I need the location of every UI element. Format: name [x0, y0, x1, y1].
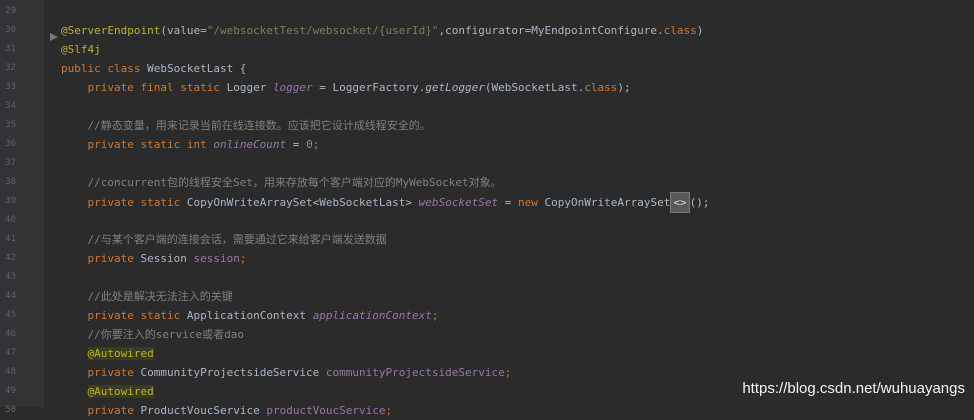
code-line[interactable]: @Autowired [61, 344, 154, 363]
code-line[interactable]: private static int onlineCount = 0; [61, 135, 319, 154]
code-token: @ServerEndpoint [61, 24, 161, 37]
code-token: ; [239, 252, 247, 265]
code-token: (WebSocketLast. [484, 81, 585, 94]
code-line[interactable]: public class WebSocketLast { [61, 59, 246, 78]
line-number: 41 [5, 234, 16, 244]
code-token: CopyOnWriteArraySet [544, 196, 671, 209]
code-token: <> [670, 192, 690, 213]
code-token: @Autowired [87, 347, 154, 360]
line-number: 46 [5, 329, 16, 339]
line-number: 34 [5, 101, 16, 111]
code-token: ; [385, 404, 393, 417]
line-number: 29 [5, 6, 16, 16]
code-token: ; [431, 309, 439, 322]
code-token: class [663, 24, 697, 37]
code-token: class [584, 81, 618, 94]
code-token: private [61, 404, 141, 417]
code-token: ,configurator=MyEndpointConfigure. [438, 24, 664, 37]
line-number: 40 [5, 215, 16, 225]
code-token: new [518, 196, 545, 209]
code-token: ProductVoucService [140, 404, 267, 417]
code-line[interactable]: private ProductVoucService productVoucSe… [61, 401, 392, 420]
line-number: 48 [5, 367, 16, 377]
code-token: CopyOnWriteArraySet<WebSocketLast> [186, 196, 419, 209]
code-token: private [61, 252, 141, 265]
code-line[interactable]: private static ApplicationContext applic… [61, 306, 439, 325]
code-line[interactable]: @ServerEndpoint(value="/websocketTest/we… [61, 21, 703, 40]
code-token: private static [61, 309, 187, 322]
line-number: 31 [5, 44, 16, 54]
code-line[interactable]: //你要注入的service或者dao [61, 325, 244, 344]
code-token: ApplicationContext [186, 309, 313, 322]
code-token: ; [312, 138, 320, 151]
code-token: private final static [61, 81, 227, 94]
code-token: //concurrent包的线程安全Set，用来存放每个客户端对应的MyWebS… [61, 176, 502, 189]
code-token: Session [140, 252, 194, 265]
code-token: private static [61, 196, 187, 209]
line-number: 45 [5, 310, 16, 320]
line-number-gutter: 29 30 31 32 33 34 35 36 37 38 39 40 41 42 43 44 45 46 47 48… [0, 0, 44, 415]
code-token: communityProjectsideService [325, 366, 505, 379]
code-token: logger [272, 81, 313, 94]
code-token: ; [504, 366, 512, 379]
code-token: WebSocketLast { [147, 62, 247, 75]
code-token: ) [696, 24, 704, 37]
line-number: 43 [5, 272, 16, 282]
code-token: public class [61, 62, 148, 75]
code-token: //你要注入的service或者dao [61, 328, 244, 341]
line-number: 36 [5, 139, 16, 149]
watermark: https://blog.csdn.net/wuhuayangs [742, 380, 965, 397]
code-token: //静态变量，用来记录当前在线连接数。应该把它设计成线程安全的。 [61, 119, 431, 132]
code-token: @Slf4j [61, 43, 101, 56]
code-token: session [193, 252, 240, 265]
line-number: 35 [5, 120, 16, 130]
code-line[interactable]: @Slf4j [61, 40, 101, 59]
code-token: (); [689, 196, 710, 209]
line-number: 42 [5, 253, 16, 263]
code-token: private static int [61, 138, 214, 151]
code-line[interactable]: //静态变量，用来记录当前在线连接数。应该把它设计成线程安全的。 [61, 116, 431, 135]
code-token: //与某个客户端的连接会话，需要通过它来给客户端发送数据 [61, 233, 387, 246]
code-token: = LoggerFactory. [312, 81, 426, 94]
line-number: 37 [5, 158, 16, 168]
code-token: Logger [226, 81, 273, 94]
line-number: 44 [5, 291, 16, 301]
code-line[interactable]: @Autowired [61, 382, 154, 401]
code-line[interactable]: private Session session; [61, 249, 246, 268]
code-token: productVoucService [266, 404, 386, 417]
code-line[interactable]: private static CopyOnWriteArraySet<WebSo… [61, 192, 710, 213]
code-token: @Autowired [87, 385, 154, 398]
line-number: 39 [5, 196, 16, 206]
code-line[interactable]: private CommunityProjectsideService comm… [61, 363, 511, 382]
code-token: = [286, 138, 307, 151]
code-token: onlineCount [213, 138, 287, 151]
code-token: applicationContext [312, 309, 432, 322]
fold-arrow-icon[interactable] [45, 33, 58, 41]
code-token: webSocketSet [418, 196, 499, 209]
line-number: 38 [5, 177, 16, 187]
code-token: getLogger [425, 81, 485, 94]
line-number: 30 [5, 25, 16, 35]
line-number: 49 [5, 386, 16, 396]
code-token: private [61, 366, 141, 379]
line-number: 33 [5, 82, 16, 92]
code-token: //此处是解决无法注入的关键 [61, 290, 233, 303]
line-number: 47 [5, 348, 16, 358]
code-token: = [498, 196, 518, 209]
code-token: "/websocketTest/websocket/{userId}" [206, 24, 439, 37]
code-token: ); [617, 81, 631, 94]
code-line[interactable]: //与某个客户端的连接会话，需要通过它来给客户端发送数据 [61, 230, 387, 249]
code-line[interactable]: private final static Logger logger = Log… [61, 78, 631, 97]
code-line[interactable]: //concurrent包的线程安全Set，用来存放每个客户端对应的MyWebS… [61, 173, 502, 192]
code-line[interactable]: //此处是解决无法注入的关键 [61, 287, 233, 306]
code-token: CommunityProjectsideService [140, 366, 326, 379]
code-token: 0 [306, 138, 313, 151]
line-number: 32 [5, 63, 16, 73]
code-token: (value= [160, 24, 207, 37]
